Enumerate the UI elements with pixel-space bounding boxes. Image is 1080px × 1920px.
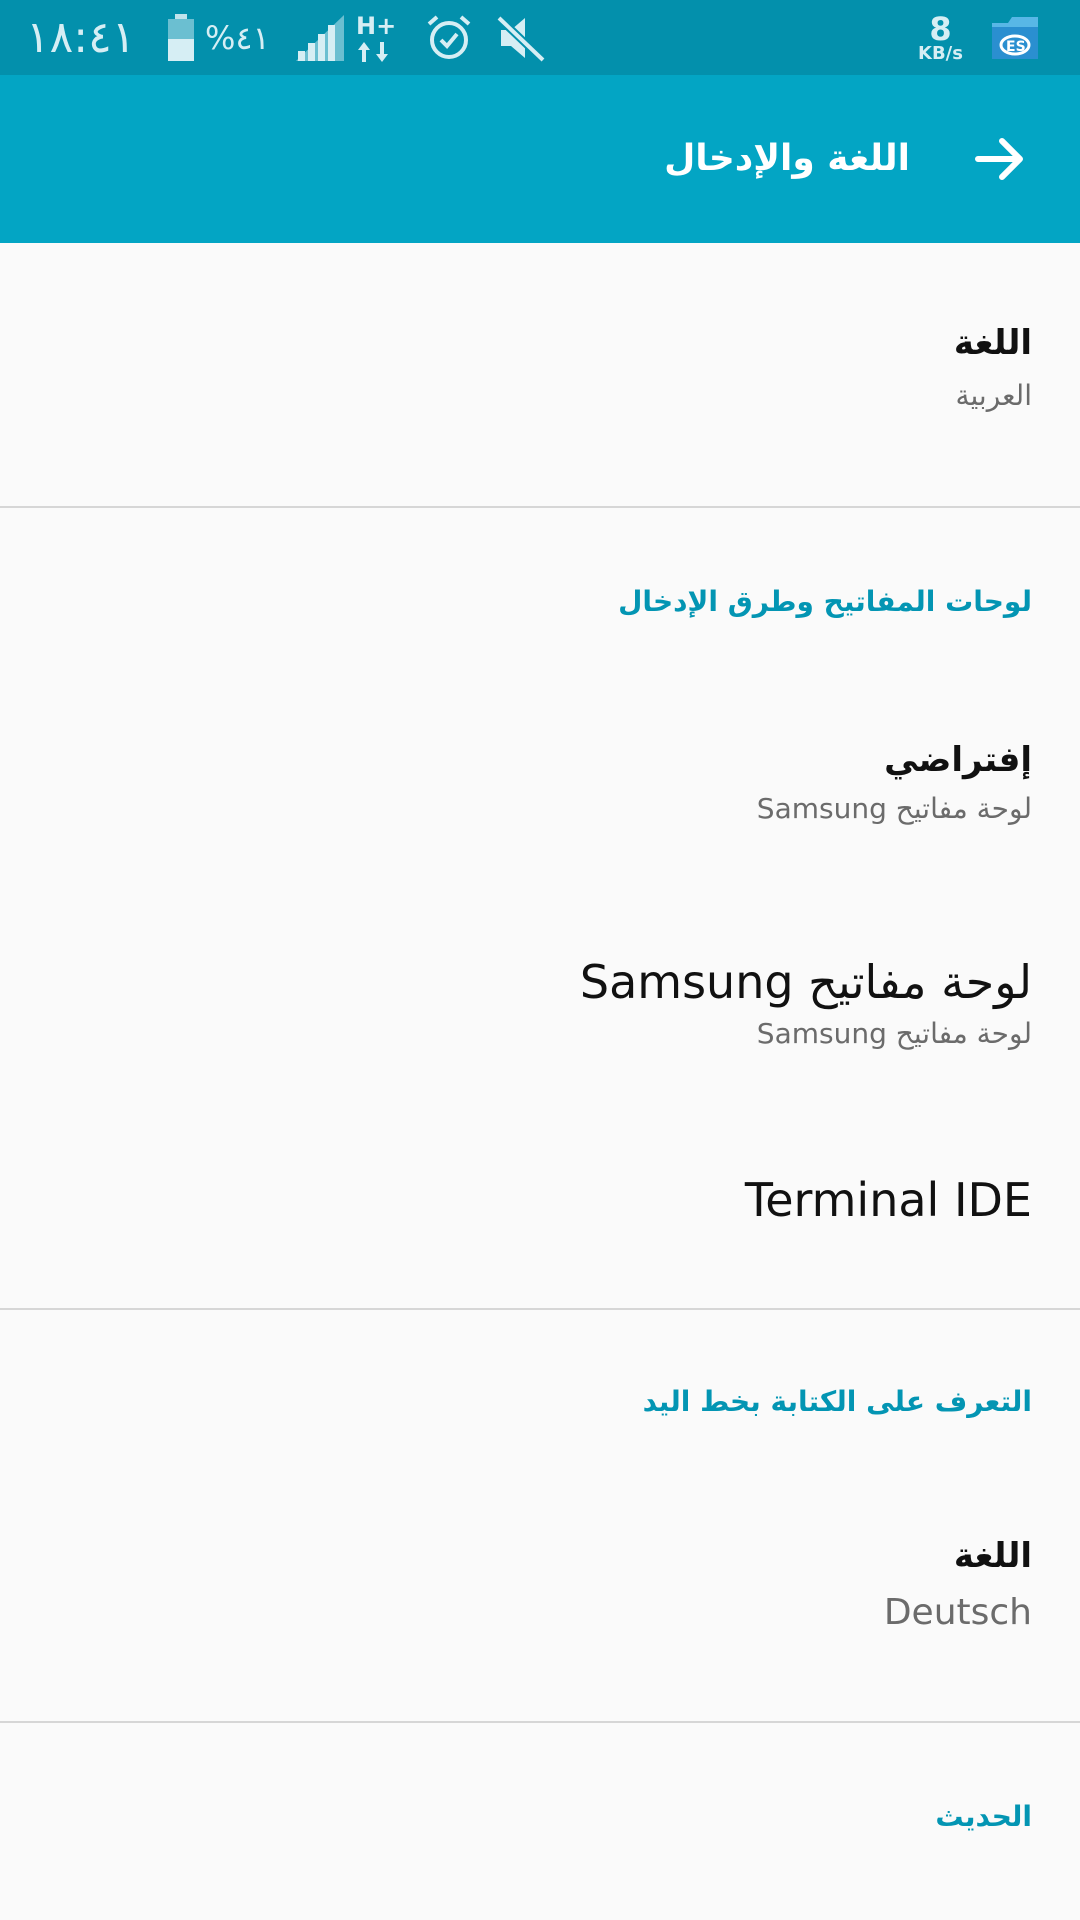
terminal-ide-setting[interactable]: Terminal IDE: [745, 1173, 1032, 1227]
language-title: اللغة: [953, 323, 1032, 363]
status-bar: ١٨:٤١ %٤١ H+ 8 KB/s ES: [0, 0, 1080, 75]
mute-icon: [497, 0, 547, 75]
data-speed-indicator: 8 KB/s: [918, 0, 963, 75]
battery-icon: [166, 0, 196, 75]
handwriting-language-summary: Deutsch: [883, 1592, 1032, 1633]
samsung-keyboard-summary: لوحة مفاتيح Samsung: [756, 1017, 1032, 1050]
divider: [0, 506, 1080, 508]
signal-icon: [296, 0, 344, 75]
arrow-right-icon: [975, 138, 1023, 180]
samsung-keyboard-setting[interactable]: لوحة مفاتيح Samsung لوحة مفاتيح Samsung: [580, 955, 1032, 1050]
app-bar: اللغة والإدخال: [0, 75, 1080, 243]
hplus-data-icon: H+: [356, 0, 396, 75]
handwriting-language-title: اللغة: [953, 1536, 1032, 1576]
svg-text:ES: ES: [1006, 39, 1026, 55]
speech-section-header: الحديث: [935, 1800, 1032, 1833]
divider: [0, 1721, 1080, 1723]
back-button[interactable]: [960, 119, 1040, 199]
page-title: اللغة والإدخال: [664, 138, 910, 179]
svg-text:H+: H+: [356, 12, 396, 40]
es-file-explorer-icon: ES: [990, 0, 1040, 75]
samsung-keyboard-title: لوحة مفاتيح Samsung: [579, 955, 1032, 1009]
data-speed-unit: KB/s: [918, 42, 963, 64]
terminal-ide-title: Terminal IDE: [744, 1173, 1032, 1227]
divider: [0, 1308, 1080, 1310]
language-summary: العربية: [955, 379, 1032, 412]
handwriting-language-setting[interactable]: اللغة Deutsch: [884, 1536, 1032, 1633]
battery-percent: %٤١: [205, 18, 270, 57]
language-setting[interactable]: اللغة العربية: [954, 323, 1032, 412]
keyboards-section-header: لوحات المفاتيح وطرق الإدخال: [618, 585, 1032, 618]
default-keyboard-summary: لوحة مفاتيح Samsung: [756, 792, 1032, 825]
default-keyboard-setting[interactable]: إفتراضي لوحة مفاتيح Samsung: [757, 740, 1032, 825]
status-time: ١٨:٤١: [26, 12, 136, 63]
handwriting-section-header: التعرف على الكتابة بخط اليد: [642, 1385, 1032, 1418]
data-speed-value: 8: [929, 9, 952, 48]
alarm-icon: [425, 0, 473, 75]
default-keyboard-title: إفتراضي: [884, 740, 1032, 780]
